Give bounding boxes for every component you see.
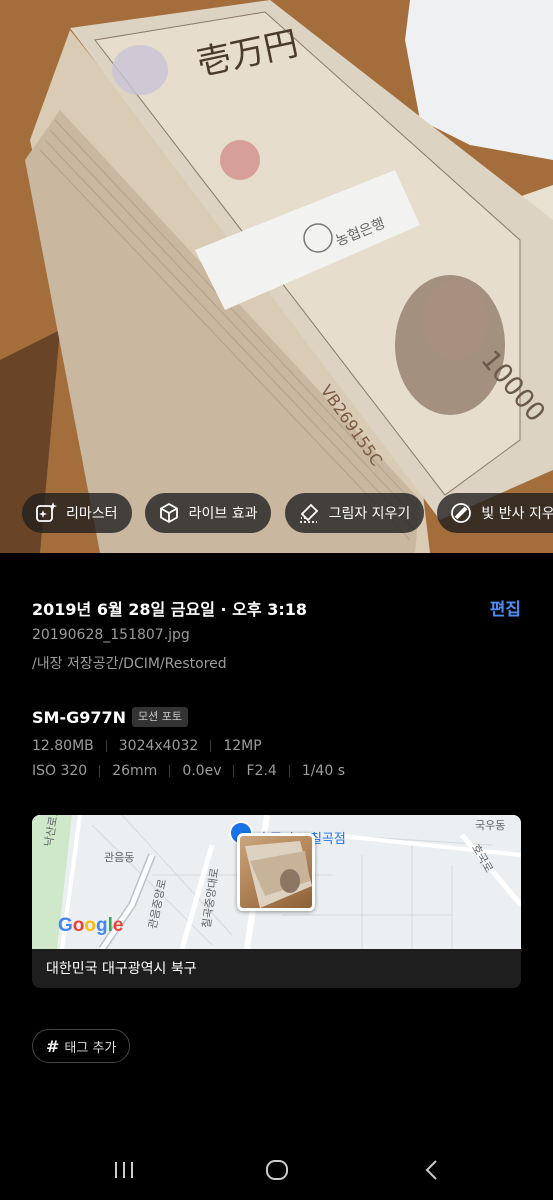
back-icon[interactable] <box>418 1156 446 1184</box>
focal-length: 26mm <box>112 763 158 779</box>
glare-remove-icon <box>451 503 472 523</box>
photo-date: 2019년 6월 28일 금요일 · 오후 3:18 <box>32 600 307 619</box>
area-label: 관음동 <box>104 851 135 864</box>
location-map[interactable]: 낙산로1길 관음동 관음중앙로 칠곡중앙대로 국우동 호국로 홈플러스 칠곡점 … <box>32 815 521 949</box>
divider <box>288 765 290 777</box>
edit-button[interactable]: 편집 <box>490 595 521 620</box>
file-name: 20190628_151807.jpg <box>32 627 190 643</box>
device-model: SM-G977N <box>32 708 127 727</box>
file-path: /내장 저장공간/DCIM/Restored <box>32 656 227 672</box>
iso-value: ISO 320 <box>32 763 88 779</box>
hash-icon: # <box>46 1036 60 1056</box>
divider <box>210 740 212 752</box>
divider <box>105 740 107 752</box>
photo-viewer[interactable]: TEE 壱万円 농협은행 VB269155C 10000 <box>0 0 553 553</box>
add-tag-button[interactable]: # 태그 추가 <box>32 1029 131 1063</box>
file-size: 12.80MB <box>32 738 94 754</box>
area-label: 국우동 <box>475 819 506 832</box>
location-address: 대한민국 대구광역시 북구 <box>46 961 197 977</box>
add-tag-label: 태그 추가 <box>64 1040 117 1056</box>
motion-photo-badge: 모션 포토 <box>132 707 188 727</box>
location-card[interactable]: 낙산로1길 관음동 관음중앙로 칠곡중앙대로 국우동 호국로 홈플러스 칠곡점 … <box>32 815 521 988</box>
eraser-icon <box>299 503 318 523</box>
glare-erase-button[interactable]: 빛 반사 지우기 <box>437 493 553 533</box>
photo-actions-bar: 리마스터 라이브 효과 그림자 지우기 빛 반사 지우기 <box>22 493 553 533</box>
live-effect-label: 라이브 효과 <box>188 506 258 522</box>
divider <box>233 765 235 777</box>
photo-thumbnail <box>237 833 315 911</box>
megapixels: 12MP <box>223 738 262 754</box>
camera-specs-row: ISO 320 26mm 0.0ev F2.4 1/40 s <box>32 763 345 779</box>
banknote-stack-photo: TEE 壱万円 농협은행 VB269155C 10000 <box>0 0 553 553</box>
file-specs-row: 12.80MB 3024x4032 12MP <box>32 738 262 754</box>
cube-effect-icon <box>159 502 178 524</box>
shadow-erase-label: 그림자 지우기 <box>328 506 411 522</box>
thumbnail-image <box>245 841 312 908</box>
home-icon[interactable] <box>263 1156 291 1184</box>
shadow-erase-button[interactable]: 그림자 지우기 <box>284 493 425 533</box>
divider <box>99 765 101 777</box>
recents-icon[interactable] <box>110 1156 138 1184</box>
glare-erase-label: 빛 반사 지우기 <box>481 506 553 522</box>
sparkle-edit-icon <box>36 502 57 522</box>
divider <box>169 765 171 777</box>
live-effect-button[interactable]: 라이브 효과 <box>144 493 272 533</box>
system-nav-bar <box>0 1140 553 1200</box>
resolution: 3024x4032 <box>118 738 199 754</box>
remaster-button[interactable]: 리마스터 <box>22 493 132 533</box>
exposure-value: 0.0ev <box>182 763 222 779</box>
shutter-speed: 1/40 s <box>301 763 345 779</box>
remaster-label: 리마스터 <box>66 506 118 522</box>
aperture: F2.4 <box>246 763 277 779</box>
google-logo: Google <box>58 915 124 936</box>
